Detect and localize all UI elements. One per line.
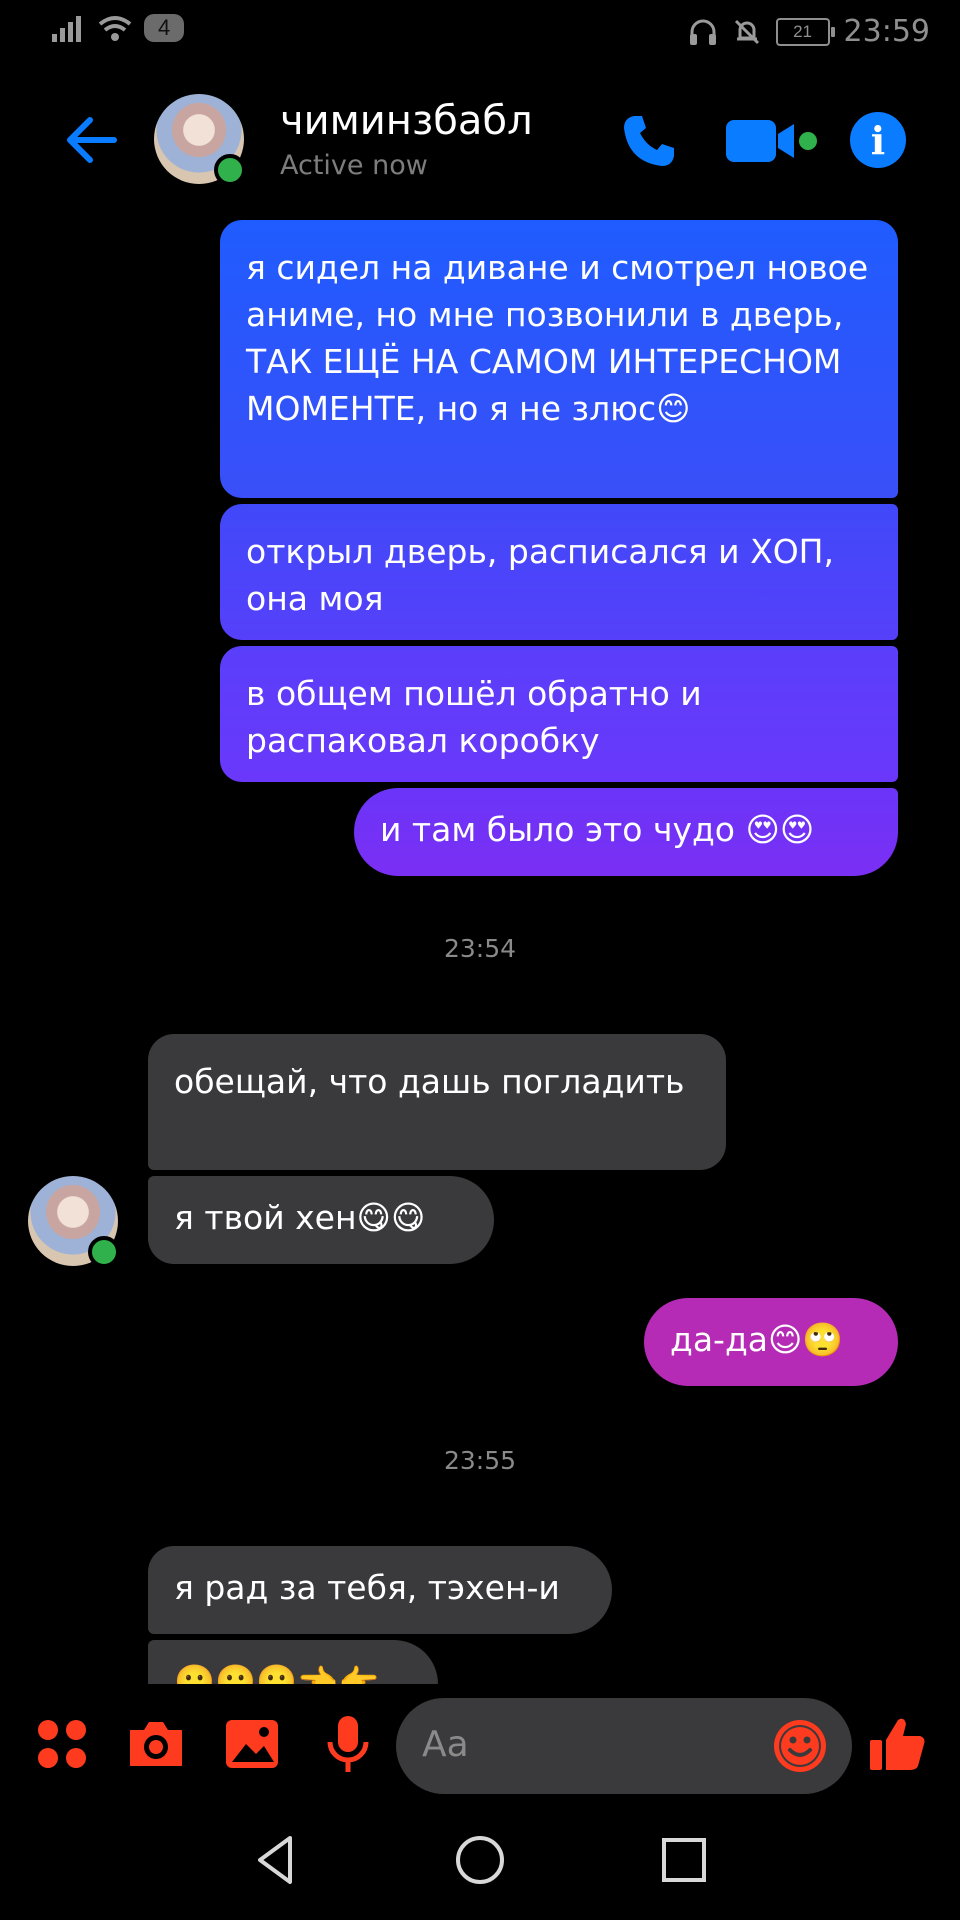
message-input-placeholder: Aa (422, 1724, 469, 1765)
battery-icon: 21 (775, 17, 835, 46)
message-text: я твой хен😋😋 (174, 1198, 426, 1237)
mute-bell-icon (734, 19, 759, 44)
thumbs-up-icon[interactable] (866, 1712, 930, 1776)
message-text: я рад за тебя, тэхен-и (174, 1568, 560, 1607)
chat-header: чиминзбабл Active now i (0, 90, 960, 190)
clock: 23:59 (843, 14, 930, 49)
recents-nav-icon[interactable] (654, 1830, 714, 1890)
timestamp: 23:55 (443, 1446, 517, 1475)
status-bar: 4 21 23:59 (0, 0, 960, 64)
microphone-icon[interactable] (316, 1712, 380, 1776)
message-incoming[interactable]: я твой хен😋😋 (148, 1176, 494, 1264)
contact-name[interactable]: чиминзбабл (280, 98, 533, 144)
message-clip: 🙂🙂🙂👈👉 (148, 1640, 448, 1684)
online-indicator (88, 1236, 120, 1268)
composer-bar: Aa (0, 1690, 960, 1800)
message-incoming[interactable]: 🙂🙂🙂👈👉 (148, 1640, 438, 1684)
message-incoming[interactable]: я рад за тебя, тэхен-и (148, 1546, 612, 1634)
back-arrow-icon[interactable] (62, 114, 118, 166)
sim-badge: 4 (144, 14, 185, 42)
emoji-icon[interactable] (770, 1716, 830, 1776)
gallery-icon[interactable] (220, 1712, 284, 1776)
message-text: открыл дверь, расписался и ХОП, она моя (246, 532, 834, 618)
video-camera-icon[interactable] (724, 116, 818, 166)
message-input[interactable]: Aa (396, 1698, 852, 1794)
apps-grid-icon[interactable] (30, 1712, 94, 1776)
message-outgoing[interactable]: да-да😊🙄 (644, 1298, 898, 1386)
info-icon[interactable]: i (850, 112, 906, 168)
message-text: я сидел на диване и смотрел новое аниме,… (246, 248, 869, 428)
signal-icon (52, 16, 81, 42)
system-navigation-bar (0, 1800, 960, 1920)
message-text: да-да😊🙄 (670, 1320, 844, 1359)
home-nav-icon[interactable] (450, 1830, 510, 1890)
headphones-icon (689, 19, 716, 45)
message-text: в общем пошёл обратно и распаковал короб… (246, 674, 702, 760)
message-outgoing[interactable]: в общем пошёл обратно и распаковал короб… (220, 646, 898, 782)
wifi-icon (98, 16, 132, 41)
message-text: и там было это чудо 😍😍 (380, 810, 815, 849)
message-text: обещай, что дашь погладить (174, 1062, 685, 1101)
contact-status: Active now (280, 150, 428, 181)
phone-icon[interactable] (620, 112, 678, 170)
message-outgoing[interactable]: открыл дверь, расписался и ХОП, она моя (220, 504, 898, 640)
message-outgoing[interactable]: я сидел на диване и смотрел новое аниме,… (220, 220, 898, 498)
online-indicator (214, 154, 246, 186)
message-outgoing[interactable]: и там было это чудо 😍😍 (354, 788, 898, 876)
back-nav-icon[interactable] (246, 1830, 306, 1890)
message-text: 🙂🙂🙂👈👉 (174, 1662, 380, 1684)
message-incoming[interactable]: обещай, что дашь погладить (148, 1034, 726, 1170)
timestamp: 23:54 (443, 934, 517, 963)
camera-icon[interactable] (124, 1712, 188, 1776)
